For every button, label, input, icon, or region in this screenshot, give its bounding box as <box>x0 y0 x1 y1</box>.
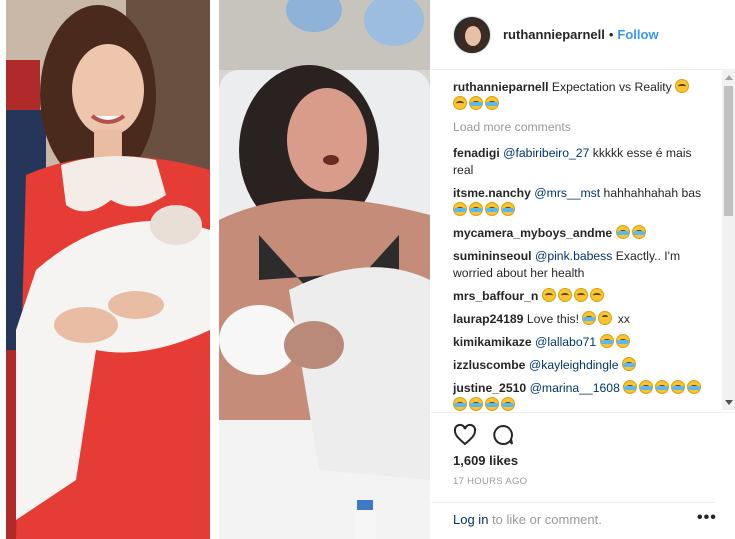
login-suffix: to like or comment. <box>488 512 602 527</box>
comment-username[interactable]: fenadigi <box>453 146 500 160</box>
comment-mention[interactable]: @kayleighdingle <box>529 358 619 372</box>
tears-of-joy-icon <box>621 357 636 371</box>
tears-of-joy-icon <box>501 202 515 216</box>
tears-of-joy-icon <box>469 397 483 411</box>
tears-of-joy-icon <box>671 380 686 394</box>
comment-text: Love this! <box>526 312 583 326</box>
tears-of-joy-icon <box>453 202 467 216</box>
tears-of-joy-icon <box>615 334 630 348</box>
comments-scrollbar[interactable] <box>722 70 735 410</box>
comment-mention[interactable]: @marina__1608 <box>530 381 620 395</box>
raised-hand-icon <box>573 288 588 302</box>
reality-photo <box>219 0 430 539</box>
tears-of-joy-icon <box>501 397 515 411</box>
comment-text <box>596 335 599 349</box>
tears-of-joy-icon <box>453 397 467 411</box>
login-link[interactable]: Log in <box>453 512 488 527</box>
comment-mention[interactable]: @pink.babess <box>535 249 612 263</box>
more-options-icon[interactable]: ••• <box>697 510 717 526</box>
comment-username[interactable]: laurap24189 <box>453 312 523 326</box>
login-prompt: Log in to like or comment. <box>453 512 602 527</box>
expectation-photo <box>6 0 210 539</box>
raised-hand-icon <box>589 288 604 302</box>
comment-row: itsme.nanchy @mrs__mst hahhahhahah bas <box>453 185 715 219</box>
comment-username[interactable]: sumininseoul <box>453 249 532 263</box>
comment-username[interactable]: itsme.nanchy <box>453 186 531 200</box>
tears-of-joy-icon <box>655 380 670 394</box>
caption-username[interactable]: ruthannieparnell <box>453 80 548 94</box>
tears-of-joy-icon <box>615 225 630 239</box>
weary-face-icon <box>453 96 467 110</box>
raised-hand-icon <box>541 288 556 302</box>
post-actions: 1,609 likes 17 HOURS AGO Log in to like … <box>431 412 735 539</box>
comment-mention[interactable]: @lallabo71 <box>535 335 596 349</box>
post-image <box>0 0 430 539</box>
comment-username[interactable]: justine_2510 <box>453 381 526 395</box>
comment-row: fenadigi @fabiribeiro_27 kkkkk esse é ma… <box>453 145 715 179</box>
tears-of-joy-icon <box>599 334 614 348</box>
comment-icon[interactable] <box>491 423 515 447</box>
follow-button[interactable]: Follow <box>617 27 658 42</box>
comment-username[interactable]: izzluscombe <box>453 358 525 372</box>
comment-row: kimikamikaze @lallabo71 <box>453 334 715 351</box>
comment-row: mycamera_myboys_andme <box>453 225 715 242</box>
comment-mention[interactable]: @mrs__mst <box>534 186 600 200</box>
scroll-down-arrow-icon[interactable] <box>725 400 733 405</box>
avatar[interactable] <box>453 15 491 54</box>
heart-icon[interactable] <box>453 423 477 447</box>
post-header: ruthannieparnell • Follow <box>431 0 735 70</box>
weary-face-icon <box>675 79 690 93</box>
tears-of-joy-icon <box>582 311 597 325</box>
caption-text: Expectation vs Reality <box>551 80 672 94</box>
tears-of-joy-icon <box>485 202 499 216</box>
comment-row: laurap24189 Love this! xx <box>453 311 715 328</box>
post-timestamp[interactable]: 17 HOURS AGO <box>453 476 527 487</box>
tears-of-joy-icon <box>631 225 646 239</box>
tears-of-joy-icon <box>485 397 499 411</box>
tears-of-joy-icon <box>639 380 654 394</box>
tears-of-joy-icon <box>485 96 499 110</box>
comment-row: izzluscombe @kayleighdingle <box>453 357 715 374</box>
comment-row: mrs_baffour_n <box>453 288 715 305</box>
header-separator: • <box>608 27 614 42</box>
raised-hand-icon <box>557 288 572 302</box>
comment-username[interactable]: kimikamikaze <box>453 335 532 349</box>
comment-username[interactable]: mycamera_myboys_andme <box>453 226 612 240</box>
caption: ruthannieparnell Expectation vs Reality <box>453 79 715 113</box>
comment-row: sumininseoul @pink.babess Exactly.. I'm … <box>453 248 715 282</box>
comment-text: hahhahhahah bas <box>600 186 702 200</box>
tears-of-joy-icon <box>687 380 702 394</box>
post-sidebar: ruthannieparnell • Follow ruthannieparne… <box>431 0 735 539</box>
tears-of-joy-icon <box>469 96 483 110</box>
comment-mention[interactable]: @fabiribeiro_27 <box>503 146 589 160</box>
tears-of-joy-icon <box>623 380 638 394</box>
likes-count[interactable]: 1,609 likes <box>453 453 518 468</box>
tears-of-joy-icon <box>469 202 483 216</box>
comment-row: justine_2510 @marina__1608 <box>453 380 715 411</box>
login-bar: Log in to like or comment. ••• <box>431 502 717 539</box>
comment-username[interactable]: mrs_baffour_n <box>453 289 538 303</box>
scroll-up-arrow-icon[interactable] <box>725 75 733 80</box>
scrollbar-thumb[interactable] <box>724 86 733 216</box>
load-more-comments-button[interactable]: Load more comments <box>453 119 715 136</box>
comments-list: ruthannieparnell Expectation vs Reality … <box>453 79 715 411</box>
header-username[interactable]: ruthannieparnell <box>503 27 605 42</box>
kissing-face-icon <box>598 311 613 325</box>
comment-suffix: xx <box>614 312 630 326</box>
